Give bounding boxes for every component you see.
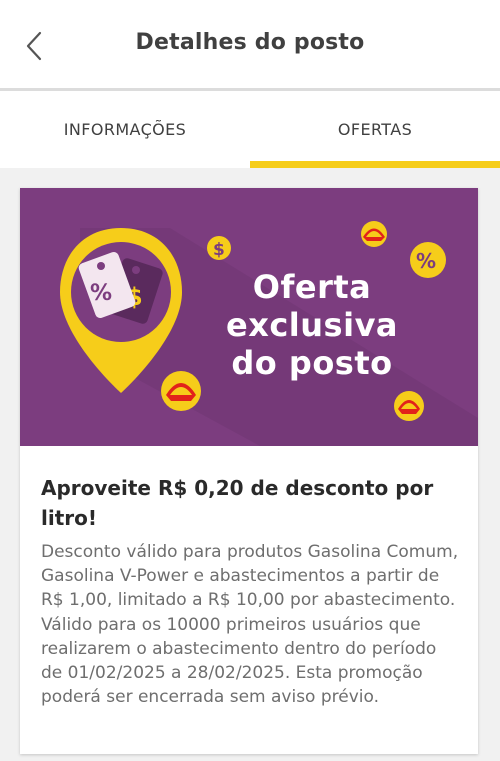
banner-headline: Oferta exclusiva do posto <box>212 268 412 382</box>
dollar-coin-icon: $ <box>207 236 231 260</box>
offer-title: Aproveite R$ 0,20 de desconto por litro! <box>41 476 434 530</box>
app-header: Detalhes do posto <box>0 0 500 88</box>
svg-text:%: % <box>90 281 112 306</box>
offer-description: Desconto válido para produtos Gasolina C… <box>41 542 459 708</box>
active-tab-indicator <box>250 161 500 168</box>
shell-coin-icon <box>361 221 387 247</box>
banner-line-2: exclusiva <box>225 306 399 344</box>
tab-ofertas[interactable]: OFERTAS <box>250 91 500 168</box>
tab-bar: INFORMAÇÕES OFERTAS <box>0 91 500 168</box>
tab-informacoes[interactable]: INFORMAÇÕES <box>0 91 250 168</box>
banner-line-1: Oferta <box>252 268 372 306</box>
offer-banner: $ % $ % Oferta exclusiva do posto <box>20 188 478 446</box>
svg-text:$: $ <box>213 240 225 260</box>
page-title: Detalhes do posto <box>135 30 365 55</box>
banner-line-3: do posto <box>231 344 393 382</box>
offer-card[interactable]: $ % $ % Oferta exclusiva do posto Aprove… <box>20 188 478 754</box>
shell-coin-icon <box>394 391 424 421</box>
shell-coin-icon <box>161 371 201 411</box>
percent-coin-icon: % <box>410 242 446 278</box>
svg-text:%: % <box>416 249 436 273</box>
